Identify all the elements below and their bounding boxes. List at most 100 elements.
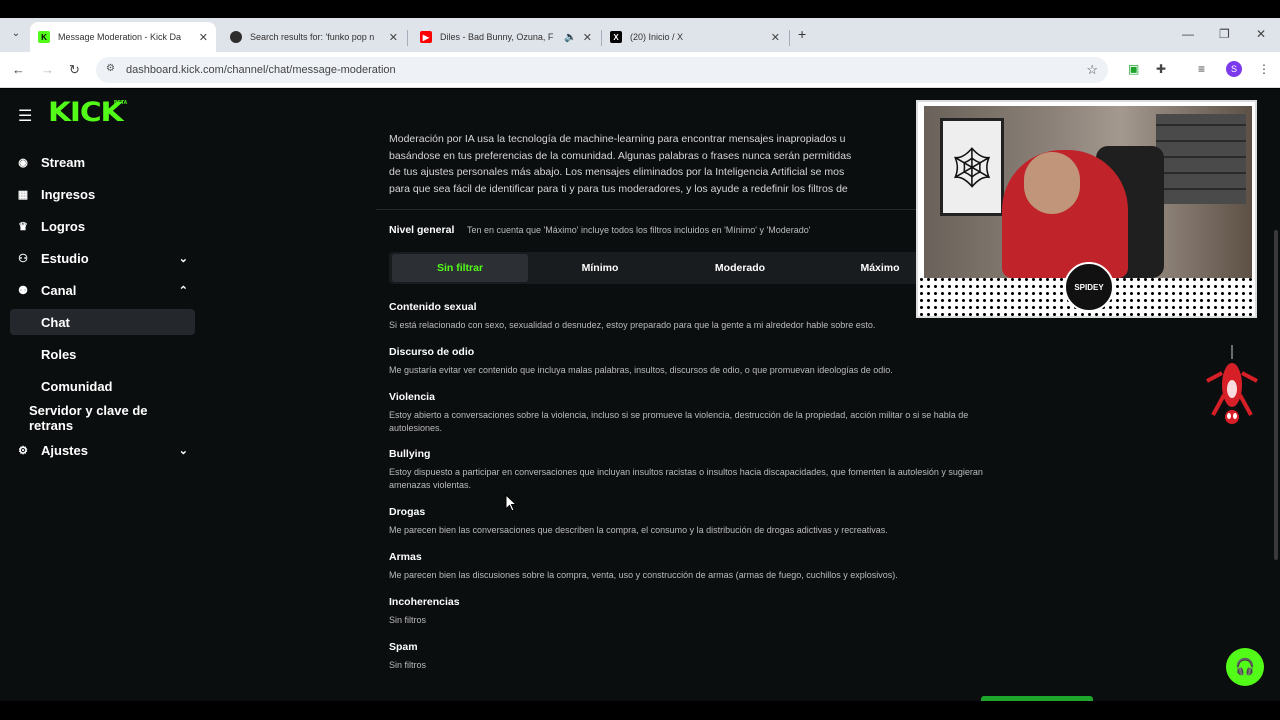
- sidebar-item-label: Servidor y clave de retrans: [29, 403, 148, 433]
- filter-incoherencias: Incoherencias Sin filtros: [389, 596, 1089, 627]
- tab-youtube[interactable]: ▶ Diles - Bad Bunny, Ozuna, F 🔈 ✕: [412, 22, 600, 52]
- sidebar-item-roles[interactable]: Roles: [10, 341, 195, 367]
- support-chat-icon[interactable]: 🎧: [1226, 648, 1264, 686]
- window-close-icon[interactable]: ✕: [1256, 27, 1266, 41]
- webcam-overlay: 🕸 SPIDEY: [916, 100, 1257, 318]
- spider-poster-icon: 🕸: [940, 118, 1004, 216]
- sidebar-item-comunidad[interactable]: Comunidad: [10, 373, 195, 399]
- sidebar-item-estudio[interactable]: ⚇ Estudio ⌄: [10, 245, 195, 271]
- webcam-video: 🕸: [924, 106, 1252, 278]
- chevron-down-icon: ⌄: [178, 252, 188, 265]
- filter-description: Si está relacionado con sexo, sexualidad…: [389, 320, 876, 330]
- sidebar-item-label: Roles: [41, 346, 77, 362]
- gear-icon: ⚙: [18, 444, 28, 457]
- bookmark-star-icon[interactable]: ☆: [1086, 62, 1098, 78]
- trophy-icon: ♛: [18, 220, 28, 233]
- filter-description-line: Estoy dispuesto a participar en conversa…: [389, 467, 983, 477]
- restore-icon[interactable]: ❐: [1219, 27, 1230, 41]
- sidebar-item-logros[interactable]: ♛ Logros: [10, 213, 195, 239]
- puzzle-icon[interactable]: ✚: [1156, 62, 1166, 76]
- filter-description-line: Estoy abierto a conversaciones sobre la …: [389, 410, 969, 420]
- site-info-icon[interactable]: ⚙: [106, 63, 115, 74]
- level-title: Nivel general: [389, 224, 455, 236]
- close-icon[interactable]: ✕: [771, 31, 780, 44]
- os-bottom-bar: [0, 701, 1280, 720]
- tab-x[interactable]: X (20) Inicio / X ✕: [602, 22, 788, 52]
- streamer-logo: SPIDEY: [1064, 262, 1114, 312]
- filter-bullying: Bullying Estoy dispuesto a participar en…: [389, 448, 1089, 492]
- sidebar-item-ajustes[interactable]: ⚙ Ajustes ⌄: [10, 437, 195, 463]
- broadcast-icon: ◉: [18, 156, 28, 169]
- sidebar-item-label: Comunidad: [41, 378, 113, 394]
- chevron-down-icon: ⌄: [178, 444, 188, 457]
- media-control-icon[interactable]: ≡: [1198, 62, 1205, 76]
- kick-logo[interactable]: KICK: [48, 97, 124, 128]
- browser-toolbar: ← → ↻ ⚙ dashboard.kick.com/channel/chat/…: [0, 52, 1280, 88]
- tab-title: (20) Inicio / X: [630, 32, 684, 42]
- level-option-moderado[interactable]: Moderado: [672, 254, 808, 282]
- sidebar-item-label: Ajustes: [41, 442, 88, 458]
- back-arrow-icon[interactable]: ←: [12, 62, 25, 77]
- hamburger-menu-icon[interactable]: ☰: [18, 106, 32, 126]
- url-text[interactable]: dashboard.kick.com/channel/chat/message-…: [126, 64, 396, 76]
- filter-name: Discurso de odio: [389, 346, 475, 358]
- filter-name: Spam: [389, 641, 418, 653]
- shelf-image: [1156, 114, 1246, 204]
- sidebar-item-stream[interactable]: ◉ Stream: [10, 149, 195, 175]
- reload-icon[interactable]: ↻: [69, 62, 80, 78]
- filter-drogas: Drogas Me parecen bien las conversacione…: [389, 506, 1089, 537]
- speaker-icon[interactable]: 🔈: [564, 32, 576, 43]
- tab-search-dropdown-icon[interactable]: ⌄: [8, 26, 24, 42]
- close-icon[interactable]: ✕: [583, 31, 592, 44]
- tab-separator: [407, 30, 408, 46]
- more-menu-icon[interactable]: ⋮: [1258, 62, 1270, 76]
- search-site-icon: [230, 31, 242, 43]
- filter-description: Me gustaría evitar ver contenido que inc…: [389, 365, 893, 375]
- filter-description-line: autolesiones.: [389, 423, 443, 433]
- sidebar-item-label: Chat: [41, 314, 70, 330]
- chevron-up-icon: ⌃: [178, 284, 188, 297]
- sidebar-item-canal[interactable]: ⚉ Canal ⌃: [10, 277, 195, 303]
- filter-name: Incoherencias: [389, 596, 460, 608]
- tab-separator: [789, 30, 790, 46]
- minimize-icon[interactable]: —: [1182, 27, 1194, 41]
- filter-description: Sin filtros: [389, 660, 427, 670]
- filter-armas: Armas Me parecen bien las discusiones so…: [389, 551, 1089, 582]
- studio-icon: ⚇: [18, 252, 28, 265]
- tab-message-moderation[interactable]: K Message Moderation - Kick Da ✕: [30, 22, 216, 52]
- beta-badge: BETA: [114, 100, 128, 106]
- page-scrollbar[interactable]: [1274, 230, 1278, 560]
- filter-discurso-de-odio: Discurso de odio Me gustaría evitar ver …: [389, 346, 1089, 377]
- tab-title: Search results for: 'funko pop n: [250, 32, 375, 42]
- level-option-minimo[interactable]: Mínimo: [532, 254, 668, 282]
- address-bar[interactable]: ⚙ dashboard.kick.com/channel/chat/messag…: [96, 57, 1108, 83]
- extension-icon[interactable]: ▣: [1128, 62, 1139, 76]
- level-option-sin-filtrar[interactable]: Sin filtrar: [392, 254, 528, 282]
- browser-tab-strip: ⌄ K Message Moderation - Kick Da ✕ Searc…: [0, 18, 1280, 52]
- sidebar-item-label: Canal: [41, 282, 77, 298]
- intro-line: para que sea fácil de identificar para t…: [389, 182, 848, 195]
- level-description: Ten en cuenta que 'Máximo' incluye todos…: [467, 225, 811, 235]
- intro-paragraph: Moderación por IA usa la tecnología de m…: [389, 131, 929, 197]
- tab-search-results[interactable]: Search results for: 'funko pop n ✕: [222, 22, 406, 52]
- filter-description: Me parecen bien las discusiones sobre la…: [389, 570, 898, 580]
- forward-arrow-icon[interactable]: →: [41, 62, 54, 77]
- filter-description: Sin filtros: [389, 615, 427, 625]
- new-tab-plus-icon[interactable]: +: [798, 26, 806, 42]
- sidebar-item-servidor[interactable]: Servidor y clave de retrans: [10, 403, 195, 433]
- sidebar-item-chat[interactable]: Chat: [10, 309, 195, 335]
- intro-line: Moderación por IA usa la tecnología de m…: [389, 133, 846, 145]
- filter-violencia: Violencia Estoy abierto a conversaciones…: [389, 391, 1089, 435]
- profile-avatar[interactable]: S: [1226, 61, 1242, 77]
- x-icon: X: [610, 31, 622, 43]
- filter-description-line: amenazas violentas.: [389, 480, 472, 490]
- sidebar-item-label: Estudio: [41, 250, 89, 266]
- filter-description: Estoy dispuesto a participar en conversa…: [389, 466, 1089, 492]
- filter-description: Me parecen bien las conversaciones que d…: [389, 525, 888, 535]
- level-selector: Sin filtrar Mínimo Moderado Máximo: [389, 252, 949, 284]
- filter-name: Violencia: [389, 391, 435, 403]
- close-icon[interactable]: ✕: [389, 31, 398, 44]
- sidebar-item-ingresos[interactable]: ▦ Ingresos: [10, 181, 195, 207]
- chart-icon: ▦: [17, 188, 29, 201]
- close-icon[interactable]: ✕: [199, 31, 208, 44]
